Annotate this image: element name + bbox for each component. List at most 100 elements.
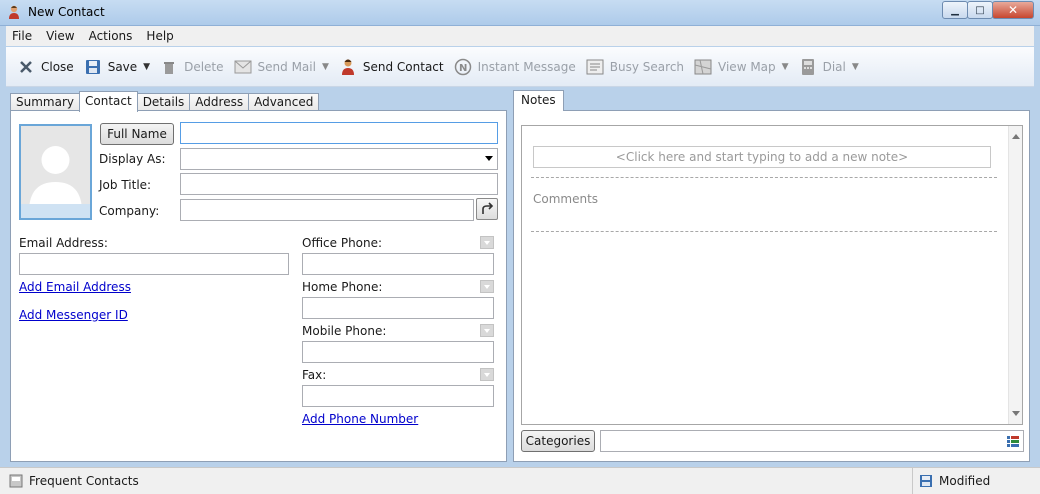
contact-card-icon (339, 58, 357, 76)
send-mail-button[interactable]: Send Mail ▼ (229, 53, 334, 81)
divider (531, 231, 997, 232)
fax-field[interactable] (302, 385, 494, 407)
view-map-label: View Map (718, 59, 776, 74)
scroll-up-icon[interactable] (1012, 134, 1020, 139)
send-mail-label: Send Mail (257, 59, 316, 74)
menu-actions[interactable]: Actions (89, 29, 133, 43)
menu-help[interactable]: Help (146, 29, 173, 43)
tab-contact[interactable]: Contact (79, 91, 138, 112)
add-messenger-link[interactable]: Add Messenger ID (19, 308, 128, 322)
add-phone-link[interactable]: Add Phone Number (302, 412, 418, 426)
send-contact-label: Send Contact (362, 59, 444, 74)
office-phone-field[interactable] (302, 253, 494, 275)
map-icon (694, 58, 712, 76)
menu-view[interactable]: View (46, 29, 74, 43)
save-label: Save (107, 59, 138, 74)
menu-file[interactable]: File (12, 29, 32, 43)
fax-type-dropdown[interactable] (480, 368, 494, 381)
chevron-down-icon[interactable]: ▼ (782, 62, 789, 72)
toolbar: Close Save ▼ Delete Send Mail ▼ Send Con… (6, 47, 1034, 87)
email-label: Email Address: (19, 236, 108, 250)
contact-panel: Full Name Display As: Job Title: Company… (10, 110, 507, 462)
company-link-button[interactable] (476, 198, 498, 220)
tab-notes[interactable]: Notes (513, 90, 564, 111)
floppy-icon (84, 58, 102, 76)
category-list-icon[interactable] (1007, 436, 1019, 447)
job-title-input[interactable] (181, 174, 497, 194)
office-phone-label: Office Phone: (302, 236, 383, 250)
company-label: Company: (99, 204, 160, 218)
full-name-field[interactable] (180, 122, 498, 144)
comments-text[interactable]: Comments (533, 192, 598, 206)
notes-scrollbar[interactable] (1008, 126, 1022, 424)
email-field[interactable] (19, 253, 289, 275)
mobile-phone-field[interactable] (302, 341, 494, 363)
mobile-phone-input[interactable] (303, 342, 493, 362)
home-phone-type-dropdown[interactable] (480, 280, 494, 293)
contact-photo[interactable] (19, 124, 92, 220)
title-bar: New Contact ▁ □ ✕ (0, 0, 1040, 26)
company-field[interactable] (180, 199, 474, 221)
save-button[interactable]: Save ▼ (79, 53, 155, 81)
instant-message-label: Instant Message (477, 59, 576, 74)
minimize-button[interactable]: ▁ (942, 1, 968, 19)
contact-app-icon (6, 4, 22, 20)
status-bar: Frequent Contacts Modified (0, 467, 1040, 494)
email-input[interactable] (20, 254, 288, 274)
view-map-button[interactable]: View Map ▼ (689, 53, 794, 81)
address-book-icon (9, 474, 23, 488)
delete-label: Delete (184, 59, 224, 74)
instant-message-button[interactable]: N Instant Message (449, 53, 581, 81)
fax-input[interactable] (303, 386, 493, 406)
maximize-icon: □ (975, 4, 985, 16)
office-phone-input[interactable] (303, 254, 493, 274)
chevron-down-icon[interactable]: ▼ (143, 62, 150, 72)
busy-search-button[interactable]: Busy Search (581, 53, 689, 81)
home-phone-input[interactable] (303, 298, 493, 318)
busy-search-label: Busy Search (609, 59, 685, 74)
svg-text:N: N (459, 63, 467, 74)
categories-button[interactable]: Categories (521, 430, 595, 452)
job-title-field[interactable] (180, 173, 498, 195)
office-phone-type-dropdown[interactable] (480, 236, 494, 249)
redo-arrow-icon (482, 202, 494, 214)
dial-button[interactable]: Dial ▼ (794, 53, 864, 81)
notes-panel: <Click here and start typing to add a ne… (513, 110, 1030, 462)
categories-field[interactable] (600, 430, 1024, 452)
display-as-dropdown[interactable] (180, 148, 498, 170)
maximize-button[interactable]: □ (967, 1, 993, 19)
divider (531, 177, 997, 178)
mobile-phone-type-dropdown[interactable] (480, 324, 494, 337)
full-name-button[interactable]: Full Name (100, 123, 174, 145)
menu-bar: File View Actions Help (6, 26, 1034, 46)
messenger-icon: N (454, 58, 472, 76)
fax-label: Fax: (302, 368, 327, 382)
chevron-down-icon[interactable]: ▼ (852, 62, 859, 72)
window-title: New Contact (28, 5, 105, 19)
new-note-input[interactable]: <Click here and start typing to add a ne… (533, 146, 991, 168)
company-input[interactable] (181, 200, 473, 220)
close-icon: ✕ (1007, 3, 1019, 17)
close-x-icon (17, 58, 35, 76)
home-phone-label: Home Phone: (302, 280, 383, 294)
chevron-down-icon (485, 156, 493, 161)
delete-button[interactable]: Delete (155, 53, 228, 81)
add-email-link[interactable]: Add Email Address (19, 280, 131, 294)
full-name-input[interactable] (181, 123, 497, 143)
person-silhouette-icon (21, 126, 90, 218)
dial-label: Dial (822, 59, 846, 74)
status-frequent-contacts[interactable]: Frequent Contacts (29, 474, 139, 488)
chevron-down-icon[interactable]: ▼ (322, 62, 329, 72)
job-title-label: Job Title: (99, 178, 152, 192)
phone-icon (799, 58, 817, 76)
minimize-icon: ▁ (951, 4, 959, 16)
close-button[interactable]: Close (12, 53, 79, 81)
display-as-label: Display As: (99, 152, 166, 166)
close-window-button[interactable]: ✕ (992, 1, 1034, 19)
notes-area[interactable]: <Click here and start typing to add a ne… (521, 125, 1023, 425)
send-contact-button[interactable]: Send Contact (334, 53, 449, 81)
status-modified: Modified (939, 474, 991, 488)
contact-tabs: Summary Contact Details Address Advanced (10, 91, 320, 112)
scroll-down-icon[interactable] (1012, 411, 1020, 416)
home-phone-field[interactable] (302, 297, 494, 319)
